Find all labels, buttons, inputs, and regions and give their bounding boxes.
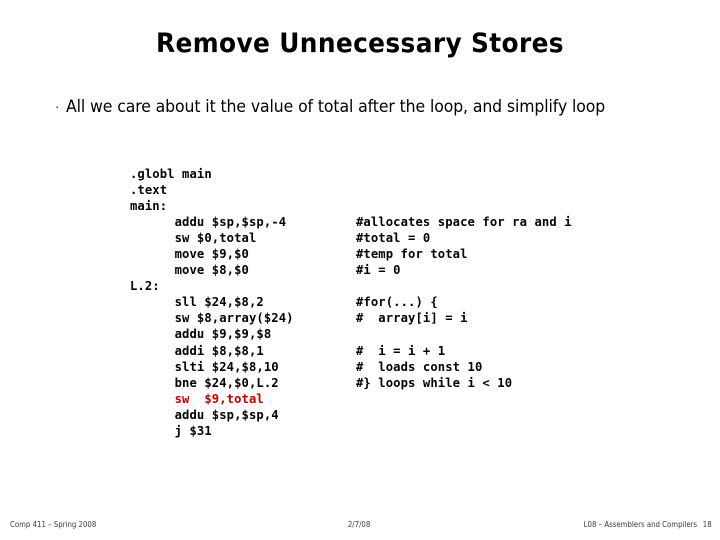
code-line: sw $0,total #total = 0 (130, 230, 431, 246)
slide-footer: Comp 411 – Spring 2008 2/7/08 L08 – Asse… (0, 520, 720, 540)
code-comment: # i = i + 1 (356, 343, 446, 358)
code-instruction: L.2: (130, 279, 160, 294)
code-line: move $9,$0 #temp for total (130, 246, 468, 262)
page-title: Remove Unnecessary Stores (156, 28, 564, 59)
code-instruction: bne $24,$0,L.2 (130, 375, 279, 390)
code-line: sw $9,total (130, 391, 294, 407)
code-comment: #for(...) { (356, 295, 438, 310)
footer-page-number: 18 (703, 520, 712, 529)
footer-lecture-label: L08 – Assemblers and Compilers (583, 520, 698, 529)
bullet-item-text: All we care about it the value of total … (66, 97, 606, 116)
code-instruction: main: (130, 199, 168, 214)
code-line: .text (130, 182, 294, 198)
code-line: move $8,$0 #i = 0 (130, 262, 401, 278)
code-instruction: sw $0,total (130, 231, 257, 246)
code-line: L.2: (130, 278, 294, 294)
code-comment: # array[i] = i (356, 311, 468, 326)
code-instruction: .globl main (130, 167, 212, 181)
code-line: addu $sp,$sp,4 (130, 407, 294, 423)
code-line: j $31 (130, 423, 294, 439)
code-line: sw $8,array($24) # array[i] = i (130, 310, 468, 326)
code-instruction: .text (130, 183, 168, 198)
code-instruction: addi $8,$8,1 (130, 343, 264, 358)
code-comment: #} loops while i < 10 (356, 375, 513, 390)
bullet-marker-icon: · (55, 99, 60, 114)
footer-date-label: 2/7/08 (347, 520, 371, 529)
code-instruction: sw $8,array($24) (130, 311, 294, 326)
code-line: sll $24,$8,2 #for(...) { (130, 294, 438, 310)
code-comment: #total = 0 (356, 231, 431, 246)
code-line: bne $24,$0,L.2 #} loops while i < 10 (130, 375, 512, 391)
bullet-list: · All we care about it the value of tota… (52, 94, 652, 120)
footer-course-label: Comp 411 – Spring 2008 (10, 520, 97, 529)
code-line: addu $9,$9,$8 (130, 326, 294, 342)
code-instruction: sw $9,total (130, 391, 264, 406)
code-instruction: slti $24,$8,10 (130, 359, 279, 374)
code-instruction: addu $sp,$sp,-4 (130, 215, 287, 230)
code-line: addu $sp,$sp,-4 #allocates space for ra a… (130, 214, 572, 230)
code-comment: #temp for total (356, 247, 468, 262)
slide-canvas: { "slide": { "title": "Remove Unnecessar… (0, 0, 720, 540)
code-instruction: j $31 (130, 423, 212, 438)
code-instruction: move $9,$0 (130, 247, 249, 262)
code-instruction: addu $sp,$sp,4 (130, 407, 279, 422)
code-comment: #allocates space for ra and i (356, 215, 572, 230)
code-line: main: (130, 198, 294, 214)
code-comment: # loads const 10 (356, 359, 483, 374)
code-listing: .globl main .text main: addu $sp,$sp,-4 #al… (130, 166, 572, 439)
code-instruction: sll $24,$8,2 (130, 295, 264, 310)
code-instruction: addu $9,$9,$8 (130, 327, 272, 342)
footer-lecture-group: L08 – Assemblers and Compilers 18 (584, 520, 712, 529)
code-line: slti $24,$8,10 # loads const 10 (130, 359, 483, 375)
code-comment: #i = 0 (356, 263, 401, 278)
code-line: addi $8,$8,1 # i = i + 1 (130, 343, 446, 359)
code-line: .globl main (130, 166, 294, 182)
code-instruction: move $8,$0 (130, 263, 249, 278)
